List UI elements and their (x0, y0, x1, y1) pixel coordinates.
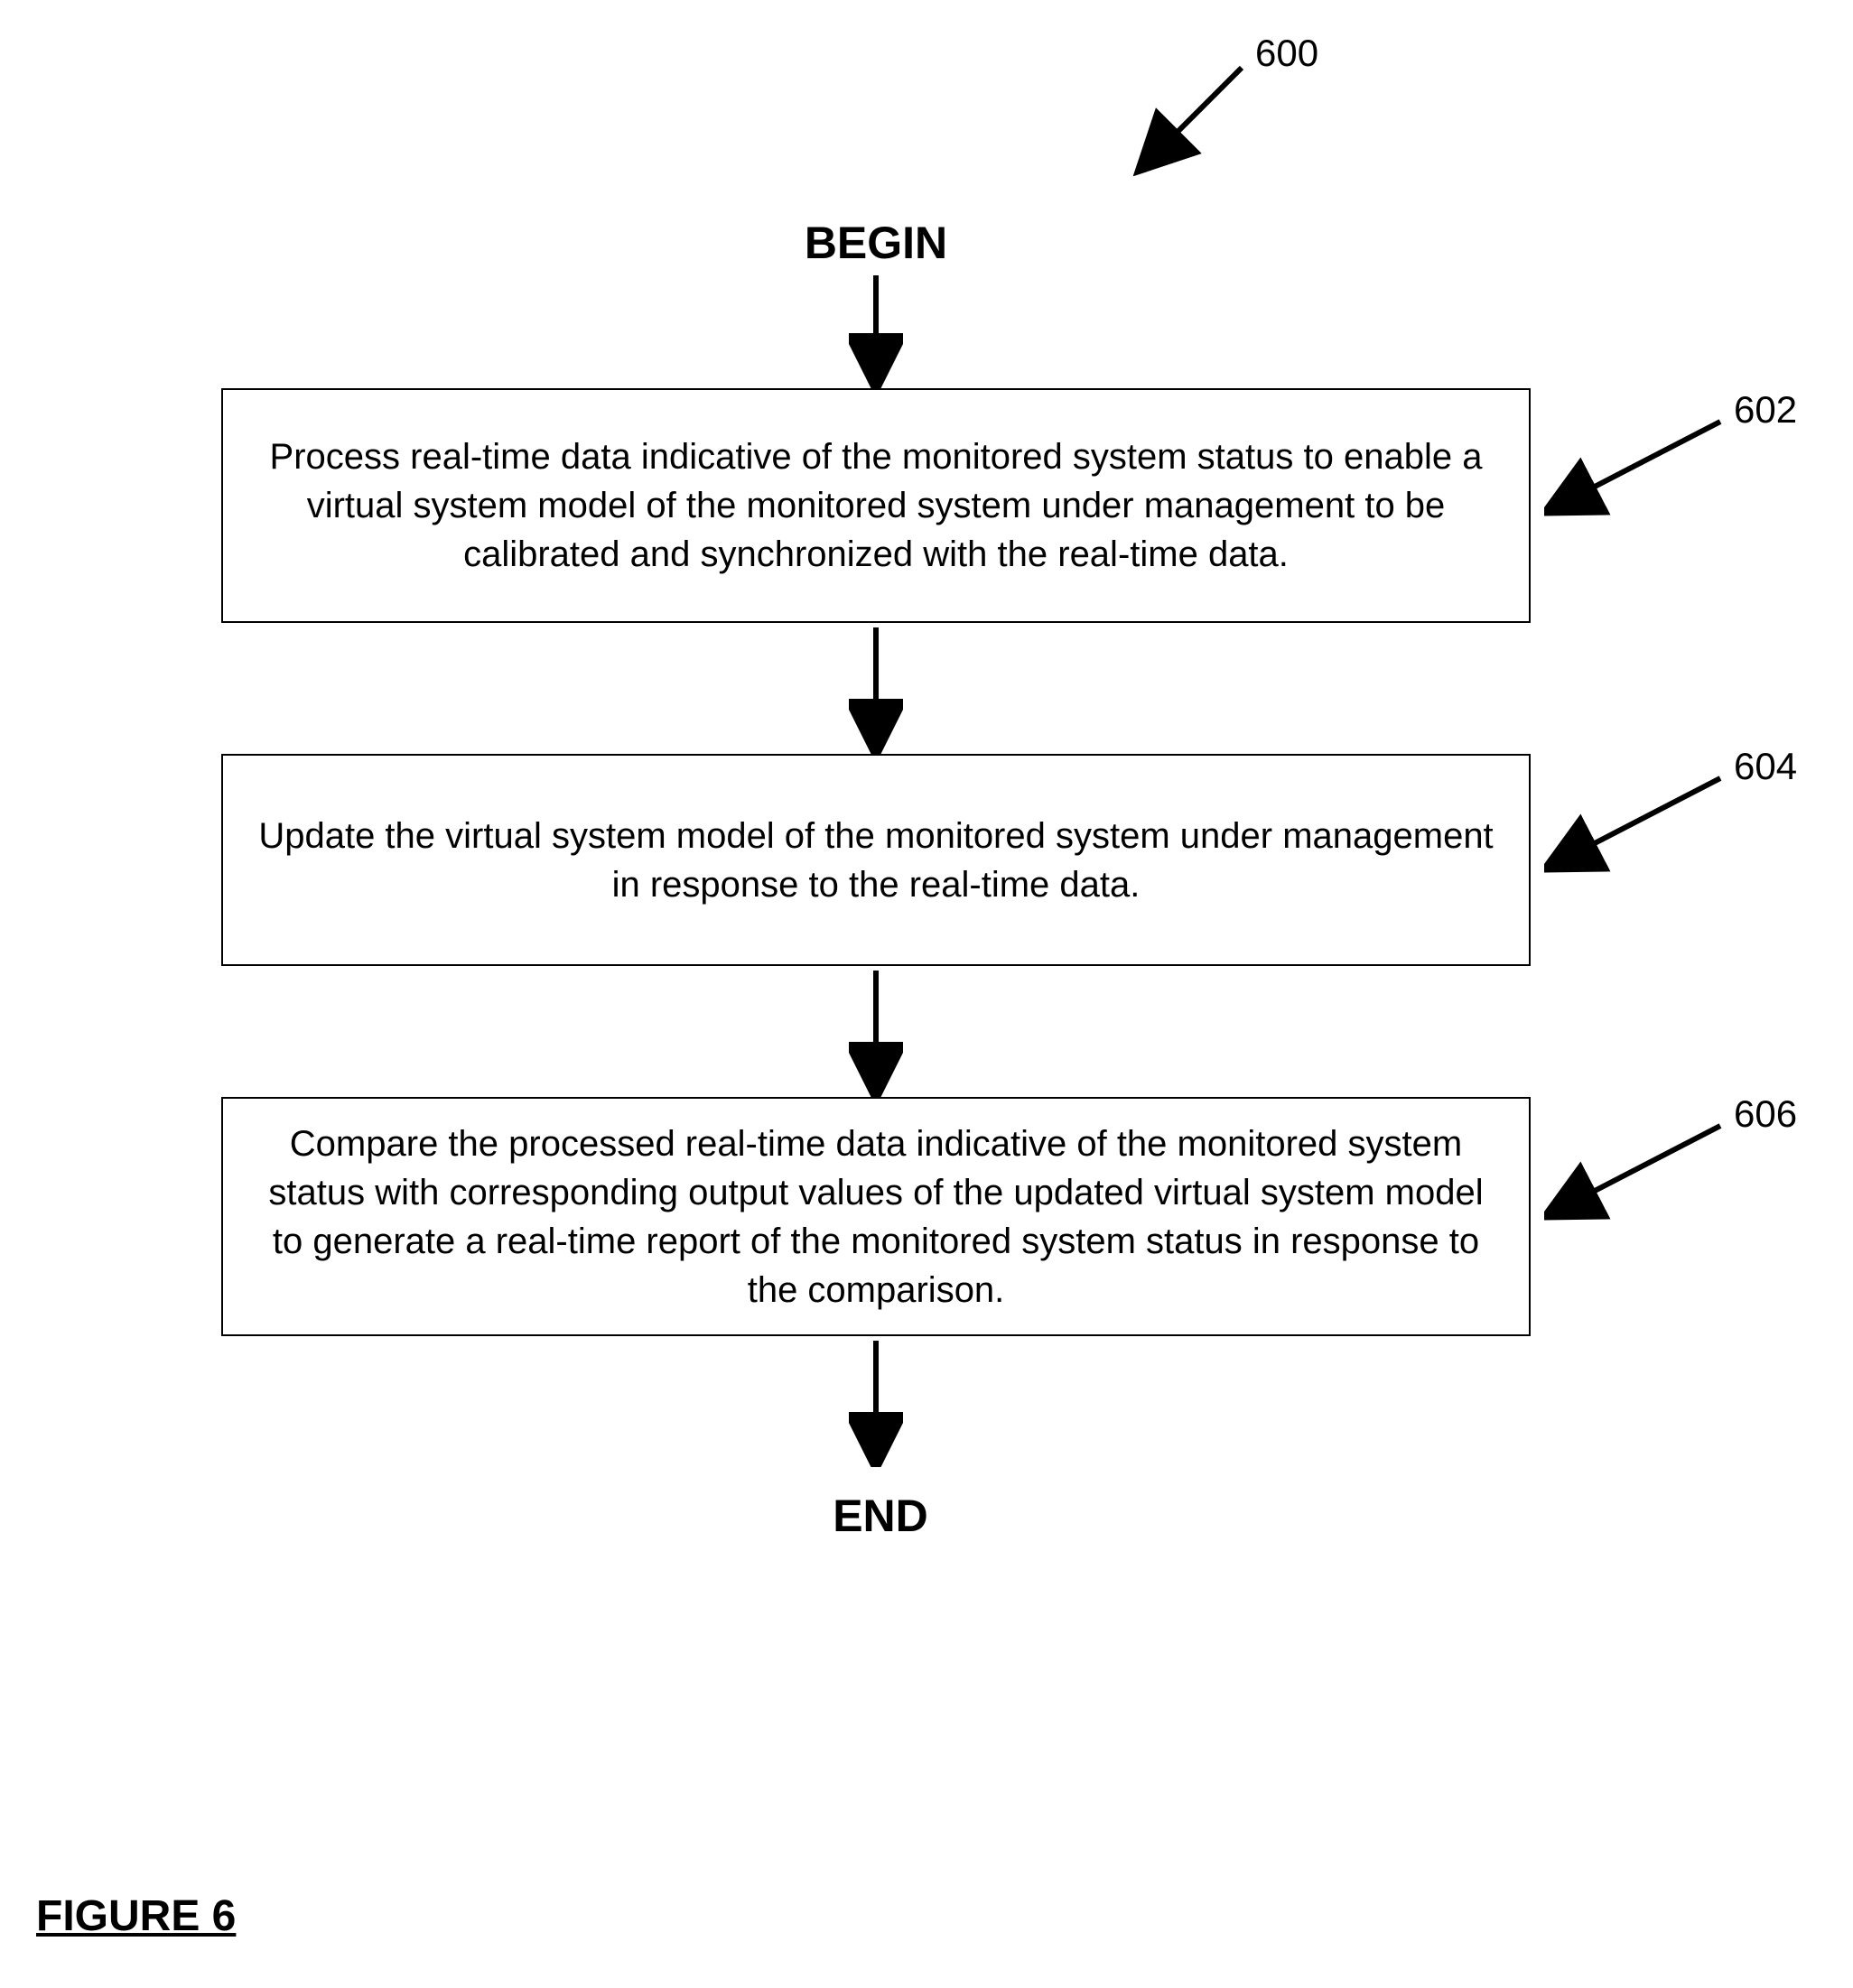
ref-label-main: 600 (1255, 32, 1318, 75)
begin-label: BEGIN (786, 217, 966, 269)
ref-arrow-602 (1544, 411, 1734, 528)
ref-label-606: 606 (1734, 1092, 1797, 1136)
process-box-604: Update the virtual system model of the m… (221, 754, 1531, 966)
arrow-begin-to-box1 (849, 271, 903, 388)
process-box-602: Process real-time data indicative of the… (221, 388, 1531, 623)
arrow-box2-to-box3 (849, 966, 903, 1097)
figure-label: FIGURE 6 (36, 1891, 236, 1941)
ref-arrow-606 (1544, 1115, 1734, 1232)
arrow-box1-to-box2 (849, 623, 903, 754)
process-box-606: Compare the processed real-time data ind… (221, 1097, 1531, 1336)
ref-arrow-604 (1544, 767, 1734, 885)
arrow-box3-to-end (849, 1336, 903, 1467)
ref-arrow-main (1133, 54, 1260, 181)
ref-label-604: 604 (1734, 745, 1797, 788)
flowchart-canvas: 600 BEGIN Process real-time data indicat… (0, 0, 1853, 1988)
ref-label-602: 602 (1734, 388, 1797, 432)
end-label: END (817, 1490, 944, 1542)
